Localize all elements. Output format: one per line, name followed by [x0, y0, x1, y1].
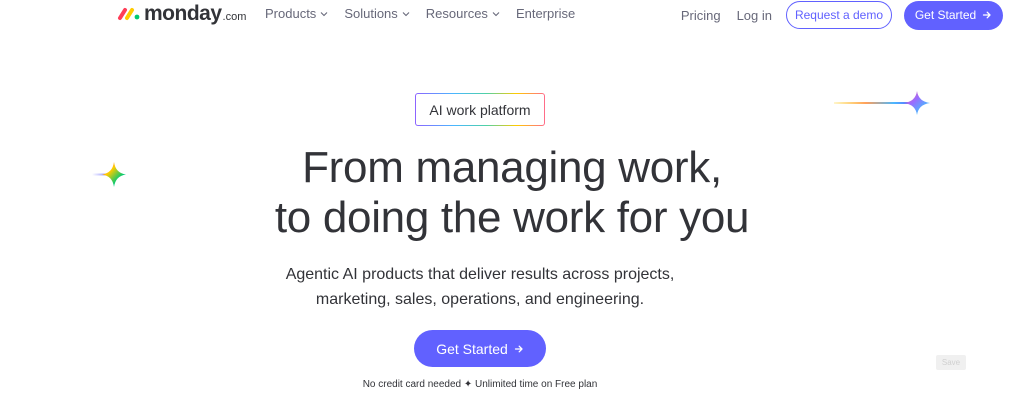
pricing-link[interactable]: Pricing	[681, 8, 721, 23]
sparkle-icon	[834, 91, 930, 115]
headline-line-2: to doing the work for you	[274, 193, 750, 242]
arrow-right-icon	[514, 345, 523, 352]
request-demo-button[interactable]: Request a demo	[786, 1, 892, 29]
save-label: Save	[941, 358, 961, 367]
chevron-down-icon	[492, 11, 500, 16]
monday-logo[interactable]: monday .com	[117, 3, 246, 25]
nav-item-label: Solutions	[344, 6, 398, 21]
logo-suffix: .com	[222, 10, 247, 23]
badge-label: AI work platform	[429, 101, 531, 118]
headline-line-1: From managing work,	[302, 143, 722, 192]
page-title: From managing work, to doing the work fo…	[0, 143, 1024, 243]
free-plan-note: No credit card needed ✦ Unlimited time o…	[362, 379, 598, 390]
nav-item-enterprise[interactable]: Enterprise	[516, 6, 575, 21]
get-started-hero-button[interactable]: Get Started	[414, 330, 546, 367]
get-started-hero-label: Get Started	[436, 340, 508, 357]
chevron-down-icon	[402, 11, 410, 16]
nav-item-products[interactable]: Products	[265, 6, 328, 21]
nav-item-label: Enterprise	[515, 6, 576, 21]
nav-item-label: Resources	[425, 6, 488, 21]
nav-item-resources[interactable]: Resources	[426, 6, 500, 21]
nav-item-solutions[interactable]: Solutions	[344, 6, 410, 21]
hero-subheading: Agentic AI products that deliver results…	[0, 262, 960, 312]
arrow-right-icon	[983, 11, 991, 19]
subhead-line-2: marketing, sales, operations, and engine…	[315, 291, 645, 308]
get-started-nav-label: Get Started	[914, 8, 977, 22]
top-navbar: monday .com Products Solutions Resources…	[0, 0, 1024, 30]
login-link[interactable]: Log in	[737, 8, 772, 23]
main-nav: Products Solutions Resources Enterprise	[265, 6, 575, 21]
chevron-down-icon	[320, 11, 328, 16]
subhead-line-1: Agentic AI products that deliver results…	[285, 266, 675, 283]
ai-platform-badge: AI work platform	[415, 93, 545, 126]
save-button[interactable]: Save	[936, 355, 966, 370]
logo-mark-icon	[118, 8, 140, 20]
nav-item-label: Products	[265, 6, 317, 21]
request-demo-label: Request a demo	[794, 8, 884, 22]
page: monday .com Products Solutions Resources…	[0, 0, 1024, 414]
get-started-nav-button[interactable]: Get Started	[904, 0, 1003, 30]
nav-actions: Pricing Log in Request a demo Get Starte…	[681, 0, 1003, 30]
logo-wordmark: monday	[144, 2, 222, 25]
